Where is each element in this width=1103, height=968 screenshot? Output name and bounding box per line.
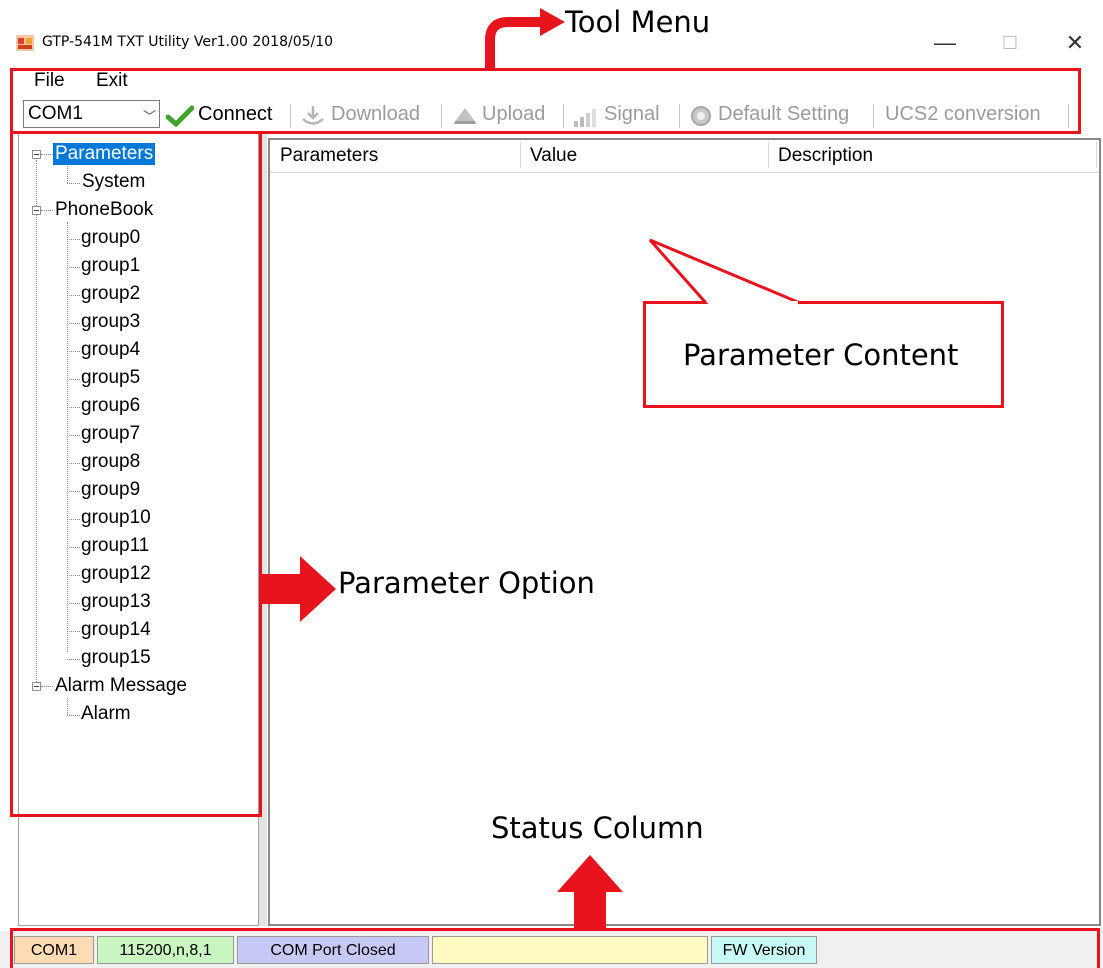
arrow-parameter-option [259, 556, 336, 622]
annotation-label-parameter-option: Parameter Option [338, 566, 595, 600]
annotation-label-status-column: Status Column [491, 811, 704, 845]
annotation-label-parameter-content: Parameter Content [683, 338, 959, 372]
arrow-tool-menu [485, 17, 545, 69]
callout-tail [648, 238, 801, 305]
arrow-status-column [557, 855, 623, 928]
arrow-head-tool-menu [540, 8, 565, 36]
annotation-label-tool-menu: Tool Menu [565, 5, 711, 39]
